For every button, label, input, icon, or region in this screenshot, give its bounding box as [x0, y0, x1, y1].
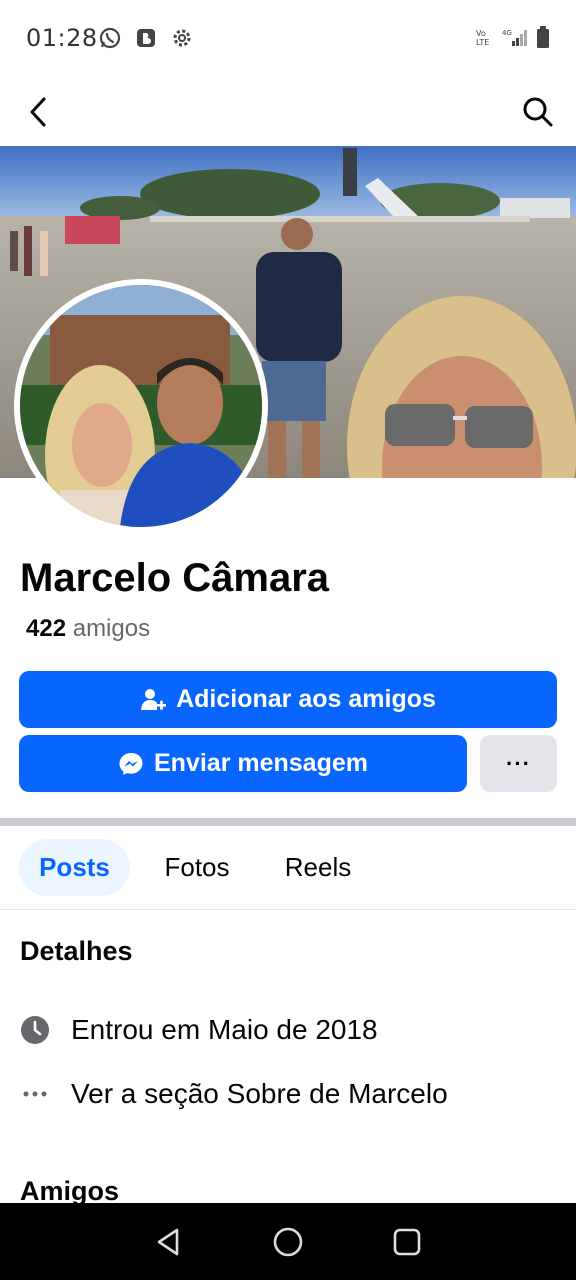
add-friend-button[interactable]: Adicionar aos amigos	[19, 671, 557, 728]
details-heading: Detalhes	[20, 936, 133, 966]
nav-home-button[interactable]	[268, 1222, 308, 1262]
svg-text:LTE: LTE	[476, 38, 489, 47]
send-message-button[interactable]: Enviar mensagem	[19, 735, 467, 792]
app-top-bar	[0, 78, 576, 146]
detail-joined-row: Entrou em Maio de 2018	[20, 1010, 378, 1050]
nav-recents-button[interactable]	[387, 1222, 427, 1262]
b-app-icon	[137, 29, 155, 47]
more-dots-icon	[20, 1079, 50, 1109]
friends-count: 422	[26, 615, 67, 642]
tab-posts[interactable]: Posts	[19, 839, 130, 896]
more-dots-label: ···	[506, 750, 531, 776]
status-notification-icons	[98, 26, 194, 50]
status-system-icons: Vo LTE 4G	[476, 26, 550, 48]
friends-count-line[interactable]: 422 amigos	[26, 615, 150, 643]
person-add-icon	[141, 688, 167, 710]
whatsapp-icon	[99, 27, 121, 49]
signal-4g-icon: 4G	[502, 29, 527, 46]
send-message-label: Enviar mensagem	[154, 749, 368, 777]
tab-reels[interactable]: Reels	[270, 839, 366, 896]
settings-icon	[173, 29, 191, 47]
system-nav-bar	[0, 1203, 576, 1280]
clock-icon	[20, 1015, 50, 1045]
profile-tabs: Posts Fotos Reels	[0, 826, 576, 910]
battery-icon	[537, 26, 549, 48]
svg-text:Vo: Vo	[476, 29, 486, 38]
search-icon	[523, 97, 553, 127]
nav-recents-icon	[393, 1228, 420, 1255]
messenger-icon	[119, 752, 143, 775]
detail-about-row[interactable]: Ver a seção Sobre de Marcelo	[20, 1074, 448, 1114]
more-options-button[interactable]: ···	[480, 735, 557, 792]
chevron-left-icon	[30, 97, 46, 127]
status-time: 01:28	[26, 24, 98, 52]
back-button[interactable]	[18, 92, 58, 132]
detail-joined-text: Entrou em Maio de 2018	[71, 1014, 378, 1045]
profile-avatar[interactable]	[14, 279, 268, 533]
avatar-image	[20, 285, 262, 527]
nav-home-icon	[273, 1227, 303, 1256]
volte-icon: Vo LTE	[476, 29, 489, 47]
svg-text:4G: 4G	[502, 29, 512, 37]
tab-fotos[interactable]: Fotos	[148, 839, 246, 896]
detail-about-text: Ver a seção Sobre de Marcelo	[71, 1078, 448, 1109]
status-bar: 01:28 Vo LTE 4G	[0, 0, 576, 78]
add-friend-label: Adicionar aos amigos	[176, 685, 436, 713]
profile-name: Marcelo Câmara	[20, 556, 330, 600]
section-divider	[0, 818, 576, 826]
nav-back-button[interactable]	[149, 1222, 189, 1262]
nav-back-icon	[158, 1228, 179, 1255]
search-button[interactable]	[518, 92, 558, 132]
friends-label: amigos	[72, 615, 151, 642]
